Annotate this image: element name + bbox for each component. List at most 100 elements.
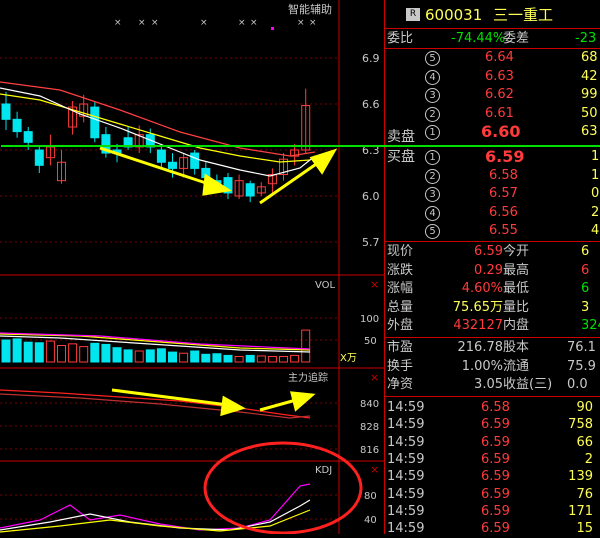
- buy-price: 6.56: [489, 204, 518, 220]
- level-number: 2: [425, 167, 440, 185]
- stat-label: 外盘: [387, 318, 414, 334]
- chart-area[interactable]: 6.9 6.6 6.3 6.0 5.7 智能辅助 VOL 100 50 X万 ×…: [0, 0, 385, 535]
- level-number: 3: [425, 185, 440, 203]
- stat-value: 432127: [453, 318, 503, 334]
- fund-value: 76.1: [567, 340, 596, 355]
- fund-label: 股本: [503, 340, 530, 355]
- tick-volume: 15: [576, 521, 593, 537]
- stat-value: 6: [581, 244, 590, 259]
- stat-value: 6: [581, 281, 590, 297]
- stat-value: 6.59: [474, 244, 503, 259]
- volume-bar: [112, 347, 122, 363]
- fund-value: 75.9: [567, 358, 596, 374]
- kdj-title: KDJ: [315, 465, 332, 476]
- track-title: 主力追踪: [288, 371, 328, 384]
- candle-body: [1, 103, 11, 120]
- tick-volume: 76: [576, 486, 593, 502]
- quote-panel: R 600031 三一重工 委比 -74.44% 委差 -23 5 6.64 6…: [1, 0, 600, 536]
- volume-bar: [301, 329, 311, 363]
- sell-volume: 68: [581, 50, 598, 65]
- tick-volume: 758: [568, 417, 593, 433]
- stat-label: 总量: [387, 299, 414, 315]
- tick-price: 6.59: [481, 469, 510, 485]
- tick-price: 6.59: [481, 521, 510, 537]
- signal-marker: ×: [309, 18, 317, 28]
- stock-chart[interactable]: 6.9 6.6 6.3 6.0 5.7 智能辅助 VOL 100 50 X万 ×…: [0, 0, 385, 535]
- tick-volume: 139: [568, 469, 593, 485]
- sell-label: 卖盘: [387, 129, 415, 145]
- candle-body: [156, 149, 166, 163]
- sell-volume: 99: [581, 87, 598, 102]
- fund-value: 1.00%: [461, 358, 503, 374]
- signal-marker: ×: [297, 18, 305, 28]
- volume-bar: [290, 354, 300, 363]
- volume-bar: [34, 342, 44, 363]
- sell-level-row[interactable]: 4 6.63 42: [385, 68, 600, 86]
- close-icon[interactable]: ×: [370, 463, 379, 476]
- sell-level-row[interactable]: 5 6.64 68: [385, 49, 600, 67]
- volume-bar: [223, 354, 233, 363]
- close-icon[interactable]: ×: [370, 371, 379, 384]
- kdj-tick: 40: [364, 515, 377, 526]
- level-number: 1: [425, 148, 440, 166]
- stat-label: 今开: [503, 244, 530, 259]
- level-number: 2: [425, 105, 440, 123]
- tick-time: 14:59: [387, 469, 425, 485]
- tick-time: 14:59: [387, 503, 425, 519]
- tick-price: 6.59: [481, 451, 510, 467]
- volume-bar: [156, 348, 166, 363]
- track-tick: 816: [360, 445, 379, 456]
- buy-price: 6.55: [489, 223, 518, 238]
- arrowhead: [309, 148, 338, 175]
- buy-volume: 0: [591, 186, 600, 201]
- tick-row: 14:59 6.59 758: [385, 416, 600, 434]
- stat-label: 量比: [503, 299, 530, 315]
- tick-price: 6.59: [481, 503, 510, 519]
- stock-header: R 600031 三一重工: [385, 4, 600, 26]
- weibi-label: 委比: [387, 31, 414, 46]
- buy-price: 6.59: [485, 147, 525, 166]
- vol-unit: X万: [340, 353, 357, 364]
- stat-value: 3: [581, 299, 590, 315]
- buy-level-row[interactable]: 4 6.56 2: [385, 204, 600, 222]
- volume-bars: [0, 329, 311, 363]
- fund-label: 市盈: [387, 340, 414, 355]
- fund-label: 流通: [503, 358, 530, 374]
- volume-bar: [256, 355, 266, 363]
- stat-label: 内盘: [503, 318, 530, 334]
- tick-row: 14:59 6.59 171: [385, 503, 600, 521]
- stat-label: 现价: [387, 244, 414, 259]
- tick-time: 14:59: [387, 400, 425, 415]
- tick-time: 14:59: [387, 451, 425, 467]
- volume-bar: [90, 342, 100, 363]
- stat-value: 0.29: [474, 262, 503, 278]
- close-icon[interactable]: ×: [370, 278, 379, 291]
- price-tick: 6.6: [362, 98, 380, 111]
- fundamental-row: 净资 3.05 收益(三) 0.0: [385, 376, 600, 394]
- kdj-d-line: [0, 509, 311, 533]
- signal-marker: ×: [114, 18, 122, 28]
- buy-level-row[interactable]: 1 6.59 1: [385, 148, 600, 166]
- fund-value: 216.78: [457, 340, 504, 355]
- fundamental-row: 换手 1.00% 流通 75.9: [385, 358, 600, 376]
- buy-price: 6.57: [489, 186, 518, 201]
- vol-tick: 100: [360, 314, 379, 325]
- sell-price: 6.61: [485, 105, 514, 121]
- sell-level-row[interactable]: 3 6.62 99: [385, 86, 600, 104]
- sell-level-row[interactable]: 1 6.60 63: [385, 123, 600, 141]
- sell-price: 6.64: [485, 50, 514, 65]
- buy-level-row[interactable]: 5 6.55 4: [385, 222, 600, 240]
- stat-row: 涨跌 0.29 最高 6: [385, 262, 600, 280]
- volume-bar: [201, 353, 211, 363]
- signal-marker: ×: [200, 18, 208, 28]
- volume-bar: [101, 343, 111, 363]
- arrowhead: [290, 391, 316, 412]
- volume-bar: [123, 349, 133, 363]
- stat-value: 75.65万: [452, 299, 503, 315]
- buy-level-row[interactable]: 3 6.57 0: [385, 185, 600, 203]
- buy-level-row[interactable]: 2 6.58 19: [385, 167, 600, 185]
- buy-volume: 2: [591, 204, 600, 220]
- badge: R: [406, 8, 420, 21]
- sell-level-row[interactable]: 2 6.61 50: [385, 105, 600, 123]
- level-number: 3: [425, 86, 440, 104]
